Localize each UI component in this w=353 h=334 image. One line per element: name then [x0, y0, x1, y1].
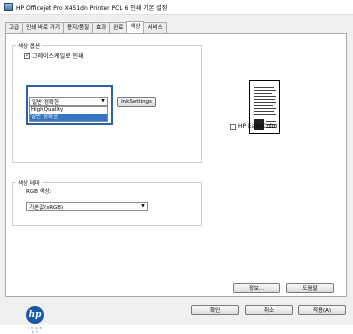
tab-finishing[interactable]: 완료: [109, 22, 128, 33]
cancel-button[interactable]: 취소: [245, 305, 293, 315]
print-preferences-window: HP Officejet Pro X451dn Printer PCL 6 인쇄…: [0, 0, 353, 334]
title-bar: HP Officejet Pro X451dn Printer PCL 6 인쇄…: [0, 0, 353, 15]
chevron-down-icon[interactable]: ▼: [139, 204, 147, 209]
color-tab-panel: 색상 옵션 그레이스케일로 인쇄 일반 정확한 ▼ HighQuality 일반…: [5, 33, 347, 334]
tab-advanced[interactable]: 고급: [5, 22, 24, 33]
tab-printing-shortcuts[interactable]: 인쇄 바로 가기: [22, 22, 64, 33]
easycolor-row[interactable]: HP EasyColor: [230, 123, 278, 130]
grayscale-checkbox[interactable]: [24, 52, 30, 59]
tab-services[interactable]: 서비스: [143, 22, 167, 33]
tab-color[interactable]: 색상: [126, 21, 145, 33]
ok-button[interactable]: 확인: [191, 305, 239, 315]
tab-effects[interactable]: 효과: [92, 22, 111, 33]
easycolor-label: HP EasyColor: [238, 123, 278, 130]
rgb-color-label: RGB 색상:: [26, 189, 52, 195]
quality-option-high[interactable]: HighQuality: [30, 107, 107, 114]
help-button[interactable]: 도움말: [286, 283, 334, 293]
chevron-down-icon[interactable]: ▼: [99, 99, 107, 104]
grayscale-row[interactable]: 그레이스케일로 인쇄: [24, 51, 84, 60]
easycolor-checkbox[interactable]: [230, 123, 236, 130]
ink-settings-button[interactable]: InkSettings: [117, 97, 156, 107]
apply-button[interactable]: 적용(A): [298, 305, 346, 315]
quality-option-normal[interactable]: 일반 정확한: [30, 114, 107, 121]
rgb-color-select[interactable]: 기본값(sRGB) ▼: [26, 202, 148, 211]
about-button[interactable]: 정보...: [233, 283, 280, 293]
window-title: HP Officejet Pro X451dn Printer PCL 6 인쇄…: [16, 4, 168, 12]
hp-logo: hp: [26, 306, 44, 324]
tab-paper-quality[interactable]: 용지/품질: [62, 22, 94, 33]
color-quality-select[interactable]: 일반 정확한 ▼: [29, 97, 108, 106]
color-quality-dropdown-list: HighQuality 일반 정확한: [29, 106, 108, 122]
rgb-color-value: 기본값(sRGB): [29, 204, 64, 211]
hp-invent-tagline: i n v e n t: [27, 326, 43, 334]
tab-strip: 고급 인쇄 바로 가기 용지/품질 효과 완료 색상 서비스: [5, 21, 167, 33]
grayscale-label: 그레이스케일로 인쇄: [32, 53, 84, 60]
color-quality-value: 일반 정확한: [32, 99, 60, 106]
color-theme-legend: 색상 테마: [16, 179, 42, 187]
printer-icon: [4, 3, 13, 11]
color-options-legend: 색상 옵션: [16, 42, 42, 50]
